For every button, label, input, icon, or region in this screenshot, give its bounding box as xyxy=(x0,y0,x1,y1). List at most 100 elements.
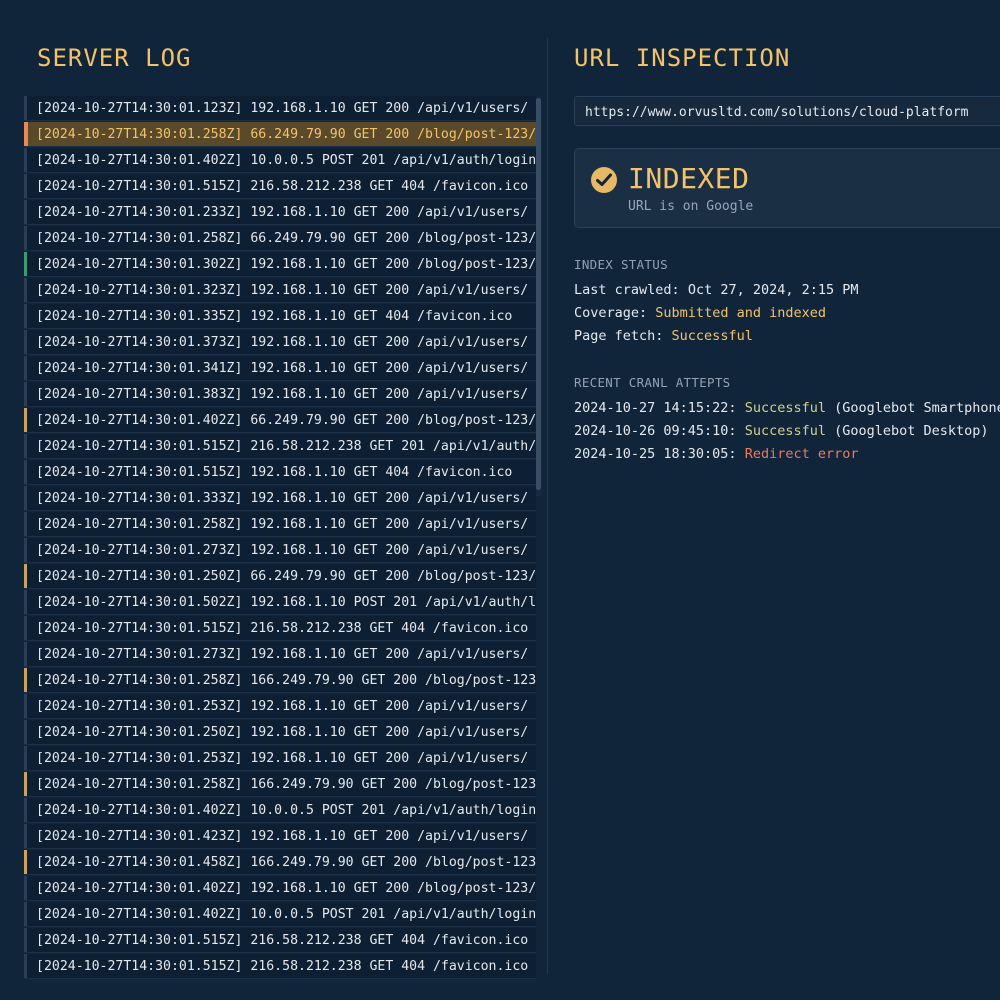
log-entry-row[interactable]: [2024-10-27T14:30:01.333Z] 192.168.1.10 … xyxy=(24,486,536,511)
log-entry-text: [2024-10-27T14:30:01.333Z] 192.168.1.10 … xyxy=(36,491,529,506)
log-entry-marker xyxy=(24,824,27,848)
log-entry-row[interactable]: [2024-10-27T14:30:01.323Z] 192.168.1.10 … xyxy=(24,278,536,303)
log-list[interactable]: [2024-10-27T14:30:01.123Z] 192.168.1.10 … xyxy=(24,96,536,984)
app-root: SERVER LOG [2024-10-27T14:30:01.123Z] 19… xyxy=(0,0,1000,1000)
log-entry-marker xyxy=(24,616,27,640)
log-entry-text: [2024-10-27T14:30:01.515Z] 216.58.212.23… xyxy=(36,933,529,948)
log-entry-row[interactable]: [2024-10-27T14:30:01.402Z] 66.249.79.90 … xyxy=(24,408,536,433)
log-entry-row[interactable]: [2024-10-27T14:30:01.402Z] 192.168.1.10 … xyxy=(24,876,536,901)
log-scrollbar-thumb[interactable] xyxy=(536,98,541,490)
crawl-attempt-time: 2024-10-26 09:45:10: xyxy=(574,423,737,439)
log-entry-text: [2024-10-27T14:30:01.402Z] 10.0.0.5 POST… xyxy=(36,153,536,168)
url-input[interactable] xyxy=(583,97,1000,127)
log-entry-row[interactable]: [2024-10-27T14:30:01.250Z] 66.249.79.90 … xyxy=(24,564,536,589)
crawl-attempt-row: 2024-10-25 18:30:05: Redirect error xyxy=(574,446,859,462)
log-entry-row[interactable]: [2024-10-27T14:30:01.423Z] 192.168.1.10 … xyxy=(24,824,536,849)
log-entry-row[interactable]: [2024-10-27T14:30:01.123Z] 192.168.1.10 … xyxy=(24,96,536,121)
log-entry-text: [2024-10-27T14:30:01.458Z] 166.249.79.90… xyxy=(36,855,536,870)
url-inspection-panel: URL INSPECTION INDEXED URL is on Google … xyxy=(560,0,1000,1000)
log-entry-text: [2024-10-27T14:30:01.253Z] 192.168.1.10 … xyxy=(36,751,529,766)
index-status-heading: INDEXED xyxy=(628,162,750,195)
log-entry-marker xyxy=(24,720,27,744)
log-entry-row[interactable]: [2024-10-27T14:30:01.515Z] 216.58.212.23… xyxy=(24,954,536,979)
log-entry-row[interactable]: [2024-10-27T14:30:01.402Z] 10.0.0.5 POST… xyxy=(24,148,536,173)
log-entry-row[interactable]: [2024-10-27T14:30:01.233Z] 192.168.1.10 … xyxy=(24,200,536,225)
log-entry-row[interactable]: [2024-10-27T14:30:01.258Z] 166.249.79.90… xyxy=(24,668,536,693)
log-entry-row[interactable]: [2024-10-27T14:30:01.250Z] 192.168.1.10 … xyxy=(24,720,536,745)
log-entry-text: [2024-10-27T14:30:01.273Z] 192.168.1.10 … xyxy=(36,543,529,558)
log-entry-marker xyxy=(24,694,27,718)
panel-divider xyxy=(547,38,548,974)
log-entry-text: [2024-10-27T14:30:01.423Z] 192.168.1.10 … xyxy=(36,829,529,844)
log-entry-marker xyxy=(24,460,27,484)
log-entry-row[interactable]: [2024-10-27T14:30:01.341Z] 192.168.1.10 … xyxy=(24,356,536,381)
log-entry-row[interactable]: [2024-10-27T14:30:01.515Z] 216.58.212.23… xyxy=(24,928,536,953)
index-status-card: INDEXED URL is on Google xyxy=(574,148,1000,228)
crawl-attempt-time: 2024-10-27 14:15:22: xyxy=(574,400,737,416)
log-entry-marker xyxy=(24,200,27,224)
coverage-line: Coverage: Submitted and indexed xyxy=(574,305,826,321)
log-entry-row[interactable]: [2024-10-27T14:30:01.253Z] 192.168.1.10 … xyxy=(24,694,536,719)
index-status-label: INDEX STATUS xyxy=(574,257,668,272)
check-circle-icon xyxy=(591,167,617,193)
log-entry-row[interactable]: [2024-10-27T14:30:01.258Z] 66.249.79.90 … xyxy=(24,122,536,147)
log-entry-text: [2024-10-27T14:30:01.258Z] 66.249.79.90 … xyxy=(36,231,536,246)
last-crawled-label: Last crawled: xyxy=(574,282,680,298)
log-entry-marker xyxy=(24,538,27,562)
log-entry-row[interactable]: [2024-10-27T14:30:01.515Z] 216.58.212.23… xyxy=(24,174,536,199)
log-entry-text: [2024-10-27T14:30:01.302Z] 192.168.1.10 … xyxy=(36,257,536,272)
log-entry-text: [2024-10-27T14:30:01.383Z] 192.168.1.10 … xyxy=(36,387,529,402)
log-entry-marker xyxy=(24,746,27,770)
log-entry-text: [2024-10-27T14:30:01.258Z] 66.249.79.90 … xyxy=(36,127,536,142)
log-entry-row[interactable]: [2024-10-27T14:30:01.515Z] 216.58.212.23… xyxy=(24,616,536,641)
crawl-attempt-result: Successful xyxy=(744,400,826,416)
log-entry-row[interactable]: [2024-10-27T14:30:01.402Z] 10.0.0.5 POST… xyxy=(24,798,536,823)
log-entry-row[interactable]: [2024-10-27T14:30:01.515Z] 216.58.212.23… xyxy=(24,434,536,459)
log-entry-text: [2024-10-27T14:30:01.250Z] 66.249.79.90 … xyxy=(36,569,536,584)
log-entry-text: [2024-10-27T14:30:01.233Z] 192.168.1.10 … xyxy=(36,205,529,220)
log-entry-row[interactable]: [2024-10-27T14:30:01.402Z] 10.0.0.5 POST… xyxy=(24,902,536,927)
log-entry-marker xyxy=(24,174,27,198)
log-entry-marker xyxy=(24,122,28,146)
log-entry-marker xyxy=(24,590,27,614)
log-entry-text: [2024-10-27T14:30:01.515Z] 192.168.1.10 … xyxy=(36,465,513,480)
log-entry-row[interactable]: [2024-10-27T14:30:01.383Z] 192.168.1.10 … xyxy=(24,382,536,407)
log-entry-row[interactable]: [2024-10-27T14:30:01.302Z] 192.168.1.10 … xyxy=(24,252,536,277)
log-entry-row[interactable]: [2024-10-27T14:30:01.273Z] 192.168.1.10 … xyxy=(24,642,536,667)
log-entry-row[interactable]: [2024-10-27T14:30:01.458Z] 166.249.79.90… xyxy=(24,850,536,875)
log-entry-row[interactable]: [2024-10-27T14:30:01.515Z] 192.168.1.10 … xyxy=(24,460,536,485)
log-entry-text: [2024-10-27T14:30:01.335Z] 192.168.1.10 … xyxy=(36,309,513,324)
log-entry-text: [2024-10-27T14:30:01.253Z] 192.168.1.10 … xyxy=(36,699,529,714)
log-entry-marker xyxy=(24,486,27,510)
log-entry-marker xyxy=(24,876,27,900)
page-fetch-label: Page fetch: xyxy=(574,328,664,344)
log-entry-marker xyxy=(24,772,27,796)
log-entry-row[interactable]: [2024-10-27T14:30:01.253Z] 192.168.1.10 … xyxy=(24,746,536,771)
log-entry-text: [2024-10-27T14:30:01.515Z] 216.58.212.23… xyxy=(36,621,529,636)
log-entry-marker xyxy=(24,850,27,874)
log-entry-row[interactable]: [2024-10-27T14:30:01.373Z] 192.168.1.10 … xyxy=(24,330,536,355)
crawl-attempt-detail: (Googlebot Desktop) xyxy=(834,423,989,439)
last-crawled-line: Last crawled: Oct 27, 2024, 2:15 PM xyxy=(574,282,859,298)
log-entry-row[interactable]: [2024-10-27T14:30:01.335Z] 192.168.1.10 … xyxy=(24,304,536,329)
log-entry-row[interactable]: [2024-10-27T14:30:01.273Z] 192.168.1.10 … xyxy=(24,538,536,563)
log-entry-text: [2024-10-27T14:30:01.273Z] 192.168.1.10 … xyxy=(36,647,529,662)
log-entry-marker xyxy=(24,642,27,666)
log-entry-text: [2024-10-27T14:30:01.402Z] 66.249.79.90 … xyxy=(36,413,536,428)
crawl-attempt-row: 2024-10-27 14:15:22: Successful (Googleb… xyxy=(574,400,1000,416)
log-entry-text: [2024-10-27T14:30:01.341Z] 192.168.1.10 … xyxy=(36,361,529,376)
url-field[interactable] xyxy=(574,96,1000,127)
log-entry-text: [2024-10-27T14:30:01.123Z] 192.168.1.10 … xyxy=(36,101,529,116)
log-entry-text: [2024-10-27T14:30:01.258Z] 192.168.1.10 … xyxy=(36,517,529,532)
crawl-attempt-result: Redirect error xyxy=(744,446,859,462)
log-entry-text: [2024-10-27T14:30:01.502Z] 192.168.1.10 … xyxy=(36,595,536,610)
crawl-attempt-result: Successful xyxy=(744,423,826,439)
coverage-value: Submitted and indexed xyxy=(655,305,826,321)
log-entry-text: [2024-10-27T14:30:01.258Z] 166.249.79.90… xyxy=(36,673,536,688)
log-entry-row[interactable]: [2024-10-27T14:30:01.258Z] 66.249.79.90 … xyxy=(24,226,536,251)
log-entry-text: [2024-10-27T14:30:01.515Z] 216.58.212.23… xyxy=(36,179,529,194)
log-entry-row[interactable]: [2024-10-27T14:30:01.258Z] 192.168.1.10 … xyxy=(24,512,536,537)
log-entry-row[interactable]: [2024-10-27T14:30:01.502Z] 192.168.1.10 … xyxy=(24,590,536,615)
log-entry-row[interactable]: [2024-10-27T14:30:01.258Z] 166.249.79.90… xyxy=(24,772,536,797)
log-entry-marker xyxy=(24,928,27,952)
